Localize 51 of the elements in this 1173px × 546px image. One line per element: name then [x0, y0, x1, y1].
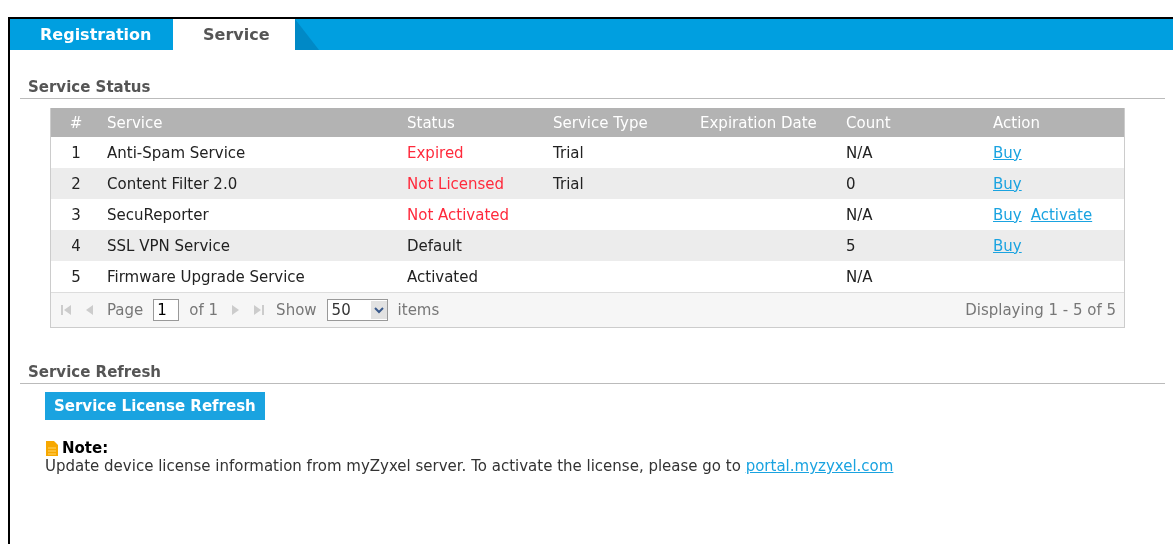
table-cell-text: 4 [70, 236, 82, 255]
table-cell-text: Trial [552, 143, 585, 162]
page-input[interactable]: 1 [153, 299, 180, 321]
table-cell-text: SecuReporter [106, 205, 210, 224]
table-cell-text: 3 [70, 205, 82, 224]
table-cell-text: Content Filter 2.0 [106, 174, 239, 193]
column-header: Expiration Date [699, 113, 818, 132]
column-header: # [68, 113, 84, 132]
action-link[interactable]: Buy [993, 174, 1022, 193]
action-link[interactable]: Buy [993, 143, 1022, 162]
table-cell-text: Default [406, 236, 463, 255]
table-cell-text: 5 [70, 267, 82, 286]
column-header: Service Type [552, 113, 649, 132]
column-header: Action [992, 113, 1041, 132]
action-link[interactable]: Activate [1030, 205, 1093, 224]
section-title: Service Status [28, 78, 151, 96]
portal-link[interactable]: portal.myzyxel.com [745, 457, 894, 475]
table-cell-text: Anti-Spam Service [106, 143, 247, 162]
table-cell-text: Expired [406, 143, 465, 162]
table-cell-text: N/A [845, 143, 874, 162]
show-label: Show [276, 301, 317, 319]
table-cell-text: 1 [70, 143, 82, 162]
table-cell-text: N/A [845, 267, 874, 286]
dropdown-icon [370, 301, 387, 319]
table-cell-text: Not Activated [406, 205, 511, 224]
page-label: Page [107, 301, 144, 319]
action-link[interactable]: Buy [993, 205, 1022, 224]
table-cell-text: 0 [845, 174, 857, 193]
table-cell-text: N/A [845, 205, 874, 224]
table-cell-text: 2 [70, 174, 82, 193]
column-header: Service [106, 113, 164, 132]
section-title: Service Refresh [28, 363, 161, 381]
table-cell-text: Trial [552, 174, 585, 193]
table-cell-text: SSL VPN Service [106, 236, 231, 255]
license-refresh-button[interactable]: Service License Refresh [45, 392, 265, 420]
action-link[interactable]: Buy [993, 236, 1022, 255]
table-cell-text: Not Licensed [406, 174, 506, 193]
items-label: items [397, 301, 440, 319]
page-summary: Displaying 1 - 5 of 5 [965, 301, 1116, 319]
table-cell-text: Activated [406, 267, 479, 286]
note-icon [45, 439, 59, 457]
page-size-select[interactable]: 50 [326, 299, 388, 321]
table-cell-text: 5 [845, 236, 857, 255]
note-text: Update device license information from myZyxel server. To activate the license, please go to portal.myzyxel.com [45, 457, 895, 475]
tab[interactable]: Service [173, 19, 295, 50]
note-heading: Note: [62, 439, 109, 457]
page-count: of 1 [189, 301, 219, 319]
table-cell-text: Firmware Upgrade Service [106, 267, 306, 286]
column-header: Status [406, 113, 456, 132]
column-header: Count [845, 113, 892, 132]
tab-bar-corner [295, 19, 319, 50]
